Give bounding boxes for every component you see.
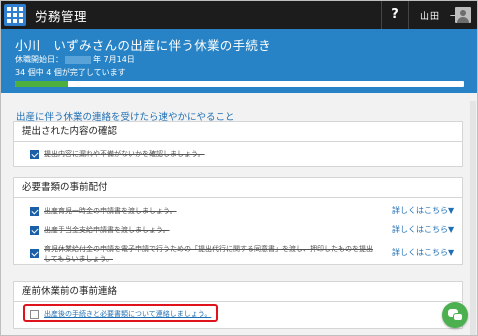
- task-row: 出産手当金支給申請書を渡しましょう。 詳しくはこちら▼: [14, 224, 462, 238]
- task-label: 出産手当金支給申請書を渡しましょう。: [44, 226, 170, 234]
- card-content-check: 提出された内容の確認 提出内容に漏れや不備がないかを確認しましょう。: [13, 121, 463, 167]
- avatar-icon[interactable]: [455, 7, 471, 23]
- card-title: 必要書類の事前配付: [14, 178, 462, 198]
- highlight-box: [23, 304, 218, 322]
- card-title: 提出された内容の確認: [14, 122, 462, 142]
- details-link[interactable]: 詳しくはこちら▼: [392, 224, 454, 235]
- scrollbar[interactable]: [470, 101, 476, 335]
- task-row: 出産育児一時金の申請書を渡しましょう。 詳しくはこちら▼: [14, 205, 462, 219]
- checkbox-icon[interactable]: [30, 207, 39, 216]
- procedure-header: 小川 いずみさんの出産に伴う休業の手続き 休職開始日： 年 7月14日 34 個中…: [1, 29, 477, 93]
- progress-bar: [15, 81, 464, 87]
- help-button[interactable]: ?: [381, 1, 409, 29]
- card-title: 産前休業前の事前連絡: [14, 282, 462, 302]
- details-link[interactable]: 詳しくはこちら▼: [392, 205, 454, 216]
- procedure-title: 小川 いずみさんの出産に伴う休業の手続き: [15, 38, 272, 53]
- checkbox-icon[interactable]: [30, 226, 39, 235]
- task-label: 出産育児一時金の申請書を渡しましょう。: [44, 207, 177, 215]
- task-row: 育児休業給付金の申請を電子申請で行うための「提出代行に関する同意書」を渡し、押印…: [14, 243, 462, 265]
- task-label-continued: してもらいましょう。: [44, 255, 114, 263]
- app-title: 労務管理: [35, 9, 88, 24]
- task-label: 提出内容に漏れや不備がないかを確認しましょう。: [44, 150, 205, 158]
- top-bar: 労務管理 ? 山田 一朗: [1, 1, 477, 29]
- leave-start-value: 年 7月14日: [93, 55, 135, 64]
- progress-fill: [15, 81, 68, 87]
- progress-text: 34 個中 4 個が完了しています: [15, 68, 126, 77]
- details-link[interactable]: 詳しくはこちら▼: [392, 247, 454, 258]
- task-row: 提出内容に漏れや不備がないかを確認しましょう。: [14, 148, 462, 162]
- leave-start-label: 休職開始日：: [15, 55, 63, 64]
- checkbox-icon[interactable]: [30, 150, 39, 159]
- card-document-distribution: 必要書類の事前配付 出産育児一時金の申請書を渡しましょう。 詳しくはこちら▼ 出…: [13, 177, 463, 265]
- app-grid-icon[interactable]: [4, 4, 26, 26]
- redacted-year: [65, 55, 91, 64]
- checkbox-icon[interactable]: [30, 249, 39, 258]
- leave-start-date: 休職開始日： 年 7月14日: [15, 54, 135, 65]
- app-frame: 労務管理 ? 山田 一朗 小川 いずみさんの出産に伴う休業の手続き 休職開始日：…: [0, 0, 478, 336]
- chat-icon[interactable]: [442, 302, 468, 328]
